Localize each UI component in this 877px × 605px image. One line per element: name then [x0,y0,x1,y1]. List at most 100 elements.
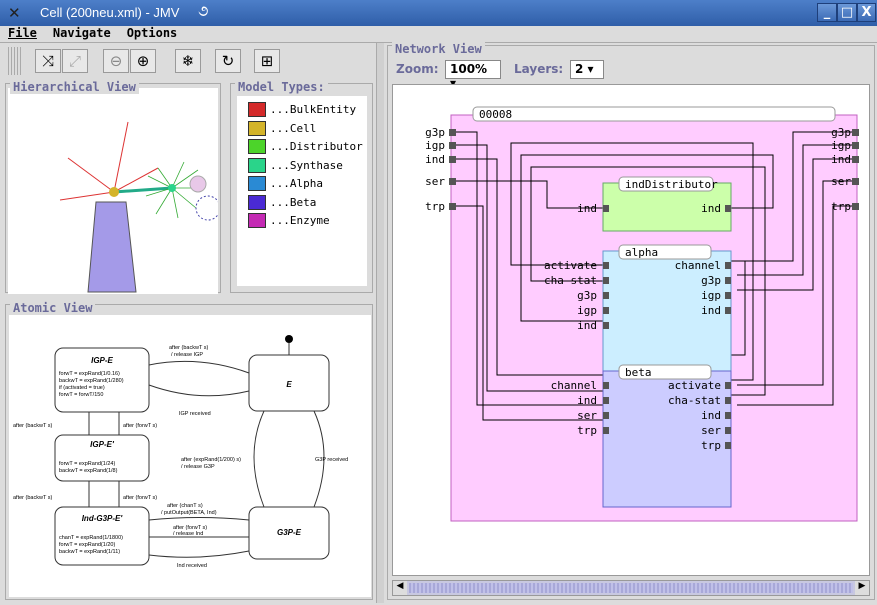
port-icon [603,322,609,329]
port-icon [603,262,609,269]
layers-label: Layers: [514,62,564,76]
menu-options[interactable]: Options [127,26,178,40]
toolbar-grip[interactable] [8,47,22,75]
alpha-in-ind: ind [577,319,597,332]
alpha-in-igp: igp [577,304,597,317]
legend-swatch [248,176,266,191]
legend-swatch [248,157,266,173]
maximize-button[interactable]: □ [837,3,857,22]
port-icon [603,412,609,419]
window-title: Cell (200neu.xml) - JMV [40,5,180,20]
layout-icon[interactable]: ⊞ [254,49,280,73]
beta-in-ser: ser [577,409,597,422]
port-icon [852,129,859,136]
outer-in-igp: igp [425,139,445,152]
beta-out-activate: activate [668,379,721,392]
atomic-view-title: Atomic View [10,301,96,315]
port-icon [725,427,731,434]
coupled-model-header [472,106,836,122]
collapse-icon[interactable]: ⤨ [35,49,61,73]
igpe-line: backwT = expRand(1/280) [59,378,124,384]
hierarchical-view: Hierarchical View [5,80,221,294]
transition-label: / putOutput(BETA, Ind) [161,510,217,516]
network-canvas[interactable]: 00008 g3p igp ind ser trp g3p igp ind ser trp indDi… [392,84,870,576]
vertical-splitter[interactable] [376,43,384,603]
ind-line: forwT = expRand(1/20) [59,542,115,548]
expand-icon[interactable]: ⤢ [62,49,88,73]
port-icon [852,178,859,185]
minimize-button[interactable]: _ [817,3,837,22]
hierarchy-canvas[interactable] [8,88,218,294]
port-icon [449,203,456,210]
transition-label: Ind received [177,563,207,569]
transition-label: after (chanT s) [167,503,203,509]
port-icon [449,142,456,149]
close-button[interactable]: X [857,3,876,22]
dist-in-ind: ind [577,202,597,215]
beta-in-channel: channel [551,379,597,392]
transition-label: after (backwT s) [13,423,52,429]
transition-label: after (backwT s) [169,345,208,351]
legend-label: ...Distributor [270,140,363,153]
snowflake-icon[interactable]: ❄ [175,49,201,73]
menu-navigate[interactable]: Navigate [53,26,111,40]
port-icon [852,203,859,210]
alpha-out-channel: channel [675,259,721,272]
port-icon [725,262,731,269]
transition-label: / release Ind [173,531,203,537]
scroll-thumb[interactable] [409,583,853,593]
outer-in-ser: ser [425,175,445,188]
transition-label: after (backwT s) [13,495,52,501]
port-icon [725,277,731,284]
state-e: E [286,380,292,389]
outer-in-ind: ind [425,153,445,166]
port-icon [725,442,731,449]
layers-value: 2 [575,62,584,76]
port-icon [449,178,456,185]
legend-label: ...Synthase [270,158,343,172]
ind-line: chanT = expRand(1/1800) [59,535,123,541]
state-igp-e2: IGP-E' [90,440,115,449]
app-icon: ✕ [8,4,21,22]
port-icon [725,307,731,314]
alpha-out-ind: ind [701,304,721,317]
statechart-canvas[interactable]: IGP-E IGP-E' Ind-G3P-E' E G3P-E forwT = … [9,315,371,597]
horizontal-scrollbar[interactable]: ◀ ▶ [392,580,870,596]
port-icon [449,129,456,136]
port-icon [603,292,609,299]
legend-label: ...Enzyme [270,214,330,227]
legend-label: ...Beta [270,195,317,209]
legend-swatch [248,194,266,210]
chevron-down-icon: ▾ [587,62,594,76]
legend-label: ...Alpha [270,177,323,190]
beta-out-cha-stat: cha-stat [668,394,721,407]
scroll-left-icon[interactable]: ◀ [393,581,407,595]
network-view: Network View Zoom: 100% ▾ Layers: 2 ▾ 00… [387,42,875,600]
outer-in-trp: trp [425,200,445,213]
beta-out-ser: ser [701,424,721,437]
port-icon [725,205,731,212]
port-icon [603,382,609,389]
zoom-out-icon[interactable]: ⊖ [103,49,129,73]
transition-label: / release G3P [181,464,215,470]
transition-label: after (forwT s) [123,495,157,501]
state-g3p-e: G3P-E [277,528,302,537]
scroll-right-icon[interactable]: ▶ [855,581,869,595]
transition-label: G3P received [315,457,348,463]
igpe-line: if (activated = true) [59,385,105,391]
port-icon [449,156,456,163]
port-icon [603,427,609,434]
layers-select[interactable]: 2 ▾ [570,60,604,79]
beta-out-ind: ind [701,409,721,422]
legend-swatch [248,102,266,117]
beta-in-ind: ind [577,394,597,407]
port-icon [603,205,609,212]
zoom-in-icon[interactable]: ⊕ [130,49,156,73]
legend-swatch [248,213,266,228]
alpha-name: alpha [625,246,658,259]
menu-file[interactable]: File [8,26,37,40]
ind-line: backwT = expRand(1/11) [59,549,120,555]
refresh-icon[interactable]: ↻ [215,49,241,73]
zoom-select[interactable]: 100% ▾ [445,60,501,90]
alpha-in-activate: activate [544,259,597,272]
